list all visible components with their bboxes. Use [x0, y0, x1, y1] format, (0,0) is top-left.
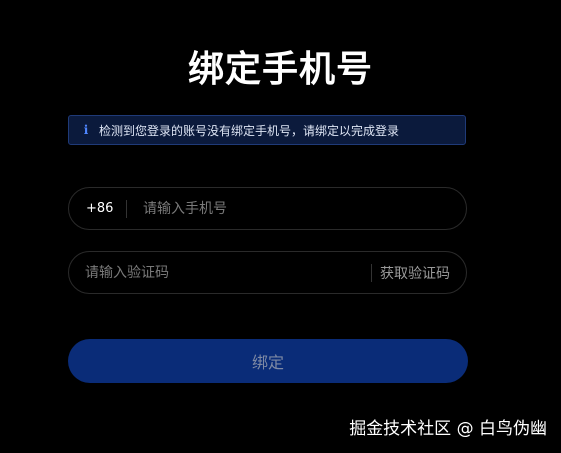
phone-input[interactable] — [127, 187, 466, 230]
notice-text: 检测到您登录的账号没有绑定手机号，请绑定以完成登录 — [99, 123, 400, 138]
verification-code-input[interactable] — [69, 251, 371, 294]
watermark: 掘金技术社区 @ 白鸟伪幽 — [349, 419, 547, 439]
country-code-prefix[interactable]: +86 — [69, 201, 126, 216]
notice-banner: i 检测到您登录的账号没有绑定手机号，请绑定以完成登录 — [68, 115, 466, 145]
bind-phone-page: 绑定手机号 i 检测到您登录的账号没有绑定手机号，请绑定以完成登录 +86 获取… — [0, 0, 561, 453]
verification-code-field: 获取验证码 — [68, 251, 467, 294]
bind-button[interactable]: 绑定 — [68, 339, 468, 383]
get-code-button[interactable]: 获取验证码 — [372, 263, 466, 283]
phone-field: +86 — [68, 187, 467, 230]
page-title: 绑定手机号 — [187, 49, 373, 90]
info-icon: i — [83, 123, 89, 137]
